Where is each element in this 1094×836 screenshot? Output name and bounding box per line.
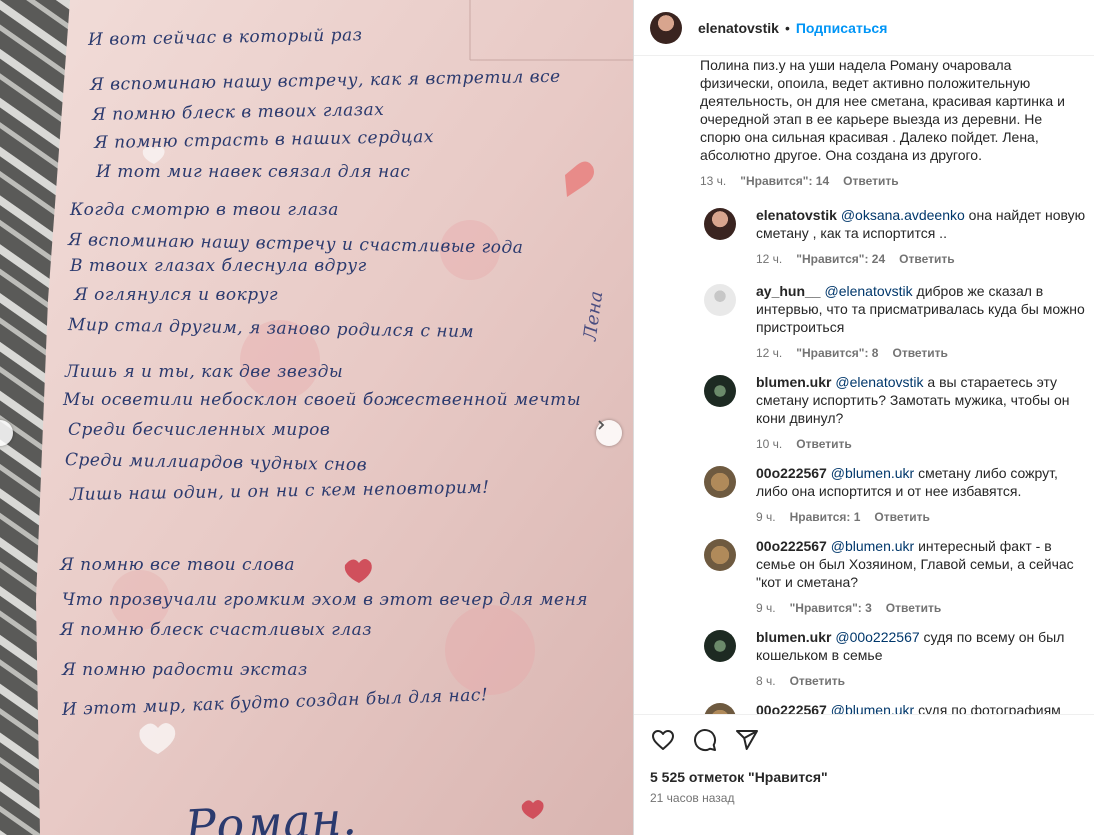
comment-username[interactable]: blumen.ukr [756, 629, 831, 645]
action-bar [650, 727, 760, 753]
reply-button[interactable]: Ответить [796, 435, 851, 453]
comment-mention[interactable]: @blumen.ukr [831, 702, 914, 714]
comment-time[interactable]: 12 ч. [756, 344, 782, 362]
letter-line: Я помню блеск счастливых глаз [60, 620, 373, 640]
letter-line: Что прозвучали громким эхом в этот вечер… [62, 590, 589, 610]
comment-body: blumen.ukr @elenatovstik а вы стараетесь… [756, 373, 1086, 427]
reply-button[interactable]: Ответить [843, 172, 898, 190]
separator-dot: • [784, 19, 790, 36]
comment-time[interactable]: 9 ч. [756, 508, 776, 526]
comment-meta: 12 ч. "Нравится": 8 Ответить [756, 344, 1086, 362]
avatar[interactable] [704, 630, 736, 662]
post-header: elenatovstik • Подписаться [634, 0, 1094, 56]
comment-body: 00o222567 @blumen.ukr сметану либо сожру… [756, 464, 1086, 500]
comment-button[interactable] [692, 727, 718, 753]
comment-username[interactable]: 00o222567 [756, 465, 827, 481]
post-author-username[interactable]: elenatovstik [698, 20, 779, 36]
comment-text: судя по фотографиям [914, 702, 1061, 714]
avatar[interactable] [704, 539, 736, 571]
reply-button[interactable]: Ответить [892, 344, 947, 362]
comment-icon [694, 729, 717, 752]
post-time[interactable]: 21 часов назад [650, 791, 734, 805]
comment-time[interactable]: 9 ч. [756, 599, 776, 617]
comment-mention[interactable]: @blumen.ukr [831, 538, 914, 554]
reply-button[interactable]: Ответить [899, 250, 954, 268]
letter-line: Лишь я и ты, как две звезды [65, 362, 344, 382]
comment-meta: 9 ч. Нравится: 1 Ответить [756, 508, 1086, 526]
letter-line: Когда смотрю в твои глаза [70, 200, 339, 220]
reply-comment: elenatovstik @oksana.avdeenko она найдет… [704, 206, 1086, 268]
reply-comment: 00o222567 @blumen.ukr интересный факт - … [704, 537, 1086, 617]
comment-body: blumen.ukr @00o222567 судя по всему он б… [756, 628, 1086, 664]
likes-count[interactable]: 5 525 отметок "Нравится" [650, 769, 828, 785]
comment-time[interactable]: 10 ч. [756, 435, 782, 453]
comment-meta: 9 ч. "Нравится": 3 Ответить [756, 599, 1086, 617]
reply-button[interactable]: Ответить [790, 672, 845, 690]
avatar[interactable] [704, 208, 736, 240]
reply-comment: 00o222567 @blumen.ukr судя по фотография… [704, 701, 1086, 714]
comment-body: 00o222567 @blumen.ukr судя по фотография… [756, 701, 1086, 714]
reply-comment: 00o222567 @blumen.ukr сметану либо сожру… [704, 464, 1086, 526]
comment-mention[interactable]: @blumen.ukr [831, 465, 914, 481]
comment-username[interactable]: 00o222567 [756, 702, 827, 714]
comment-mention[interactable]: @elenatovstik [835, 374, 923, 390]
comment-mention[interactable]: @oksana.avdeenko [841, 207, 965, 223]
comment-meta: 12 ч. "Нравится": 24 Ответить [756, 250, 1086, 268]
comment-meta: 10 ч. Ответить [756, 435, 1086, 453]
reply-comment: ay_hun__ @elenatovstik дибров же сказал … [704, 282, 1086, 362]
avatar[interactable] [704, 466, 736, 498]
comment-username[interactable]: elenatovstik [756, 207, 837, 223]
comment-meta: 13 ч. "Нравится": 14 Ответить [700, 172, 1086, 190]
comment-time[interactable]: 12 ч. [756, 250, 782, 268]
comment-username[interactable]: 00o222567 [756, 538, 827, 554]
like-button[interactable] [650, 727, 676, 753]
comment-mention[interactable]: @elenatovstik [824, 283, 912, 299]
comment-text: Полина пиз.у на уши надела Роману очаров… [700, 57, 1065, 163]
letter-line: Среди бесчисленных миров [68, 420, 331, 440]
reply-button[interactable]: Ответить [874, 508, 929, 526]
avatar[interactable] [704, 375, 736, 407]
next-image-button[interactable] [596, 420, 622, 446]
comment-likes[interactable]: "Нравится": 24 [796, 250, 885, 268]
comment-username[interactable]: ay_hun__ [756, 283, 821, 299]
heart-icon [652, 730, 674, 750]
letter-line: В твоих глазах блеснула вдруг [70, 256, 367, 276]
comment-likes[interactable]: "Нравится": 8 [796, 344, 878, 362]
avatar[interactable] [704, 703, 736, 714]
comments-list[interactable]: Полина пиз.у на уши надела Роману очаров… [634, 56, 1094, 714]
letter-line: И тот миг навек связал для нас [96, 162, 411, 182]
comment-meta: 8 ч. Ответить [756, 672, 1086, 690]
reply-comment: blumen.ukr @00o222567 судя по всему он б… [704, 628, 1086, 690]
post-side-panel: elenatovstik • Подписаться Полина пиз.у … [633, 0, 1094, 836]
avatar[interactable] [650, 11, 682, 44]
comment-time[interactable]: 8 ч. [756, 672, 776, 690]
comment-likes[interactable]: "Нравится": 3 [790, 599, 872, 617]
comment-body: 00o222567 @blumen.ukr интересный факт - … [756, 537, 1086, 591]
share-icon [736, 730, 758, 750]
comment-likes[interactable]: "Нравится": 14 [740, 172, 829, 190]
reply-button[interactable]: Ответить [886, 599, 941, 617]
letter-line: Я помню радости экстаз [62, 660, 308, 680]
comment-username[interactable]: blumen.ukr [756, 374, 831, 390]
post-footer: 5 525 отметок "Нравится" 21 часов назад [634, 714, 1094, 836]
post-media[interactable]: И вот сейчас в который раз Я вспоминаю на… [0, 0, 633, 835]
comment-top: Полина пиз.у на уши надела Роману очаров… [700, 56, 1086, 190]
comment-likes[interactable]: Нравится: 1 [790, 508, 861, 526]
comment-body: ay_hun__ @elenatovstik дибров же сказал … [756, 282, 1086, 336]
letter-line: Мы осветили небосклон своей божественной… [63, 390, 582, 410]
reply-comment: blumen.ukr @elenatovstik а вы стараетесь… [704, 373, 1086, 453]
letter-line: Я оглянулся и вокруг [74, 285, 279, 305]
letter-line: Я помню все твои слова [60, 555, 296, 575]
comment-mention[interactable]: @00o222567 [835, 629, 919, 645]
comment-time[interactable]: 13 ч. [700, 172, 726, 190]
follow-button[interactable]: Подписаться [796, 20, 888, 36]
share-button[interactable] [734, 727, 760, 753]
chevron-right-icon [598, 420, 605, 430]
avatar[interactable] [704, 284, 736, 316]
comment-body: elenatovstik @oksana.avdeenko она найдет… [756, 206, 1086, 242]
